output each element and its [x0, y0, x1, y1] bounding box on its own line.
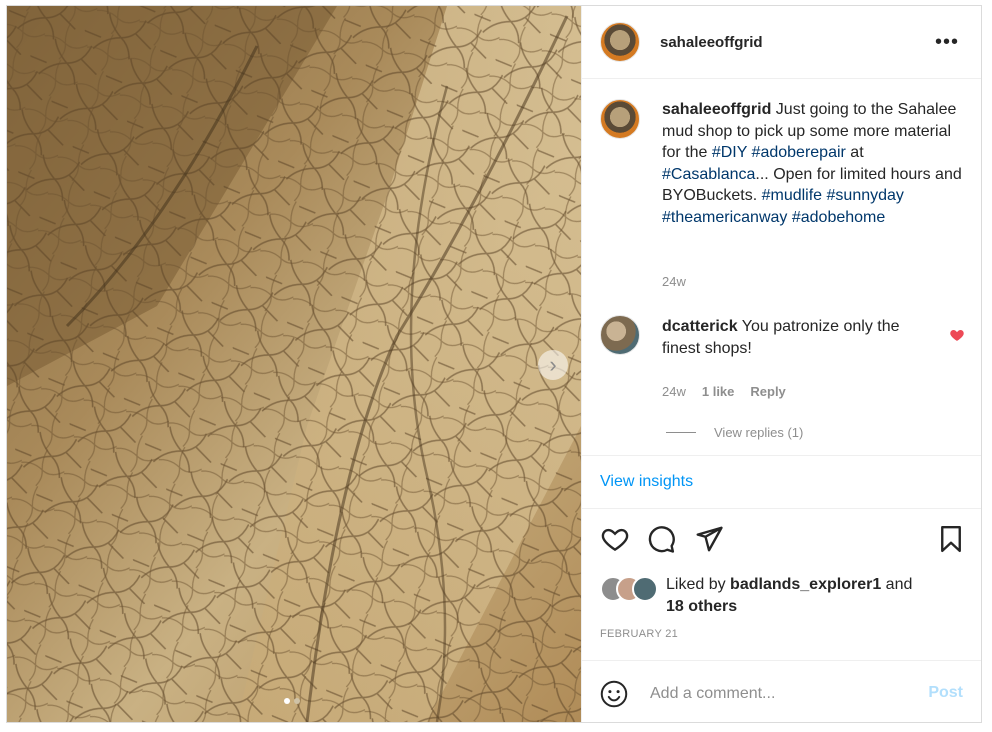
- action-bar: [600, 524, 965, 558]
- comment-likes[interactable]: 1 like: [702, 384, 735, 399]
- liked-heart-icon[interactable]: [949, 327, 965, 343]
- caption-username[interactable]: sahaleeoffgrid: [662, 101, 771, 118]
- hashtag-adoberepair[interactable]: #adoberepair: [752, 144, 846, 161]
- likes-text: Liked by badlands_explorer1 and 18 others: [666, 576, 913, 615]
- comment-meta: 24w 1 like Reply: [662, 384, 786, 399]
- add-comment-bar: Post: [582, 660, 981, 723]
- hashtag-sunnyday[interactable]: #sunnyday: [827, 187, 904, 204]
- comment-timestamp[interactable]: 24w: [662, 384, 686, 399]
- add-comment-input[interactable]: [648, 679, 922, 709]
- comment-icon[interactable]: [646, 524, 676, 554]
- liker-username[interactable]: badlands_explorer1: [730, 576, 881, 593]
- liker-avatar: [632, 576, 658, 602]
- heart-icon[interactable]: [600, 524, 630, 554]
- caption-text: sahaleeoffgrid Just going to the Sahalee…: [662, 101, 962, 226]
- chevron-right-icon: ›: [549, 352, 557, 377]
- hashtag-casablanca[interactable]: #Casablanca: [662, 166, 755, 183]
- more-horizontal-icon[interactable]: •••: [935, 32, 959, 52]
- author-avatar[interactable]: [600, 22, 640, 62]
- next-photo-button[interactable]: ›: [538, 350, 568, 380]
- divider-line: [666, 432, 696, 433]
- post-details-panel: sahaleeoffgrid ••• sahaleeoffgrid Just g…: [581, 6, 981, 722]
- view-insights-link[interactable]: View insights: [600, 473, 693, 491]
- divider: [582, 508, 981, 509]
- post-container: › sahaleeoffgrid ••• sahaleeoffgrid Just…: [6, 5, 982, 723]
- comments-list[interactable]: sahaleeoffgrid Just going to the Sahalee…: [582, 79, 981, 456]
- reply-button[interactable]: Reply: [750, 384, 785, 399]
- smiley-icon[interactable]: [600, 680, 628, 708]
- hashtag-adobehome[interactable]: #adobehome: [792, 209, 885, 226]
- hashtag-diy[interactable]: #DIY: [712, 144, 747, 161]
- others-link[interactable]: 18 others: [666, 598, 737, 615]
- likers-avatars[interactable]: [600, 576, 660, 602]
- cracked-mud-photo: [7, 6, 581, 722]
- post-comment-button[interactable]: Post: [928, 684, 963, 702]
- hashtag-mudlife[interactable]: #mudlife: [762, 187, 822, 204]
- post-photo[interactable]: ›: [7, 6, 581, 722]
- post-header: sahaleeoffgrid •••: [582, 6, 981, 79]
- carousel-dot-active: [284, 698, 290, 704]
- carousel-indicator: [284, 698, 300, 704]
- commenter-username[interactable]: dcatterick: [662, 318, 738, 335]
- commenter-avatar[interactable]: [600, 315, 640, 355]
- caption-timestamp[interactable]: 24w: [662, 274, 686, 289]
- caption-avatar[interactable]: [600, 99, 640, 139]
- view-replies-button[interactable]: View replies (1): [666, 425, 803, 440]
- carousel-dot: [294, 698, 300, 704]
- comment-text: dcatterick You patronize only the finest…: [662, 318, 900, 357]
- hashtag-theamericanway[interactable]: #theamericanway: [662, 209, 787, 226]
- author-username[interactable]: sahaleeoffgrid: [660, 34, 763, 51]
- send-icon[interactable]: [694, 524, 724, 554]
- post-date[interactable]: FEBRUARY 21: [600, 628, 678, 640]
- likes-summary: Liked by badlands_explorer1 and 18 others: [600, 574, 965, 618]
- view-replies-label: View replies (1): [714, 425, 804, 440]
- bookmark-icon[interactable]: [936, 524, 966, 554]
